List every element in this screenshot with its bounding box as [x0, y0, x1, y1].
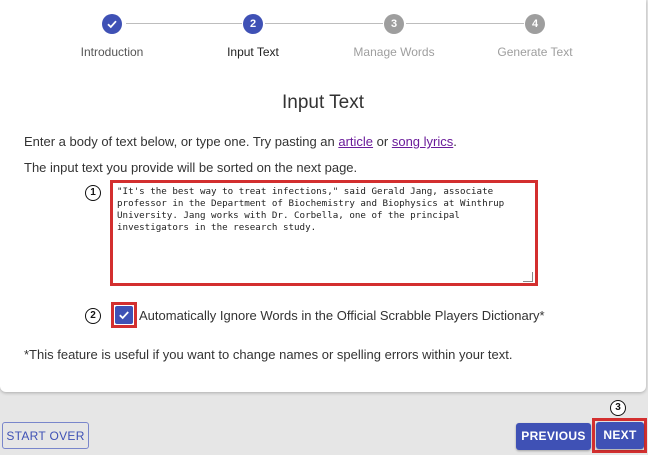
page-title: Input Text — [281, 92, 365, 113]
input-text-area[interactable]: "It's the best way to treat infections,"… — [114, 184, 533, 282]
next-button[interactable]: NEXT — [596, 422, 644, 449]
annotation-marker-3: 3 — [610, 400, 626, 416]
step-label: Introduction — [80, 45, 144, 59]
sort-note: The input text you provide will be sorte… — [24, 160, 358, 175]
step-label: Input Text — [227, 45, 279, 59]
content-card: Introduction 2 Input Text 3 Manage Words… — [0, 0, 646, 392]
step-introduction[interactable]: Introduction — [52, 14, 172, 59]
start-over-button[interactable]: START OVER — [2, 422, 89, 449]
intro-suffix: . — [453, 134, 457, 149]
song-lyrics-link[interactable]: song lyrics — [392, 134, 453, 149]
check-icon — [102, 14, 122, 34]
intro-or: or — [373, 134, 392, 149]
step-label: Manage Words — [353, 45, 435, 59]
checkmark-icon — [119, 311, 129, 320]
intro-prefix: Enter a body of text below, or type one.… — [24, 134, 339, 149]
intro-text: Enter a body of text below, or type one.… — [24, 134, 457, 149]
resize-handle[interactable] — [523, 272, 533, 282]
previous-button[interactable]: PREVIOUS — [516, 423, 591, 450]
ignore-dictionary-label[interactable]: Automatically Ignore Words in the Offici… — [139, 308, 545, 323]
ignore-dictionary-checkbox[interactable] — [115, 306, 133, 324]
step-number: 3 — [384, 14, 404, 34]
annotation-marker-2: 2 — [85, 308, 101, 324]
step-number: 2 — [243, 14, 263, 34]
step-generate-text[interactable]: 4 Generate Text — [475, 14, 595, 59]
article-link[interactable]: article — [338, 134, 373, 149]
step-number: 4 — [525, 14, 545, 34]
footnote: *This feature is useful if you want to c… — [24, 347, 513, 362]
step-label: Generate Text — [497, 45, 573, 59]
step-manage-words[interactable]: 3 Manage Words — [334, 14, 454, 59]
step-input-text[interactable]: 2 Input Text — [193, 14, 313, 59]
annotation-marker-1: 1 — [85, 185, 101, 201]
